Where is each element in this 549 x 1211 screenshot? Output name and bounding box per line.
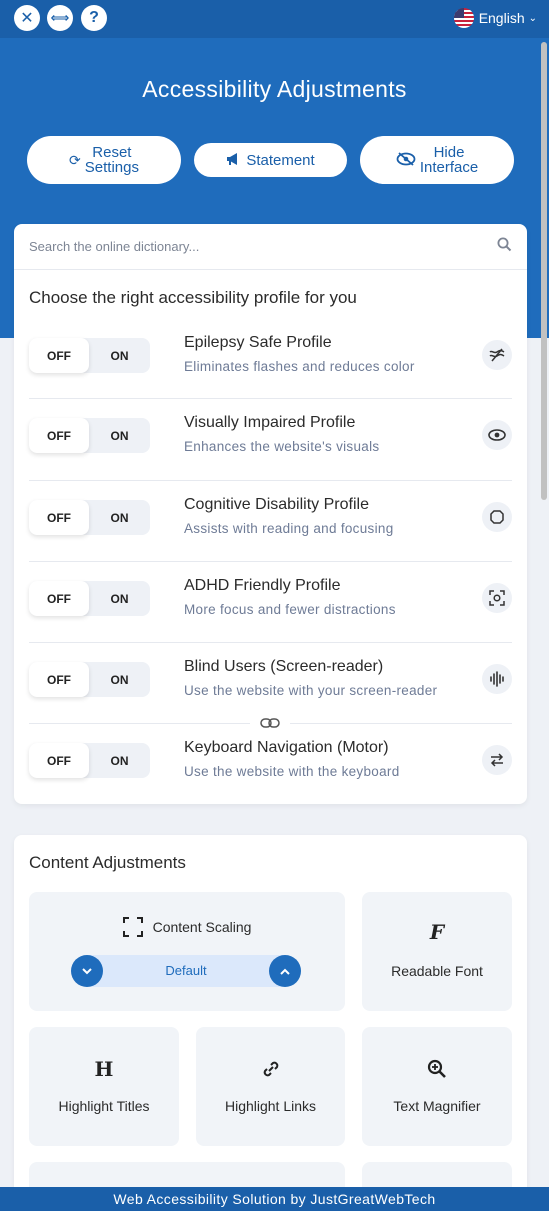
- profile-toggle[interactable]: OFF ON: [29, 662, 150, 697]
- profile-description: Assists with reading and focusing: [184, 521, 394, 536]
- refresh-icon: ⟳: [69, 151, 81, 168]
- footer-credit[interactable]: Web Accessibility Solution by JustGreatW…: [0, 1187, 549, 1211]
- chevron-down-icon: ⌄: [528, 12, 537, 24]
- brain-icon: [482, 502, 512, 532]
- toggle-off[interactable]: OFF: [29, 338, 89, 373]
- profiles-heading: Choose the right accessibility profile f…: [29, 288, 357, 307]
- toggle-off[interactable]: OFF: [29, 743, 89, 778]
- profile-visually-impaired: OFF ON Visually Impaired Profile Enhance…: [29, 399, 512, 481]
- highlight-titles-label: Highlight Titles: [58, 1098, 150, 1114]
- statement-label: Statement: [246, 151, 315, 169]
- text-magnifier-tile[interactable]: Text Magnifier: [362, 1027, 512, 1146]
- arrows-icon: [482, 745, 512, 775]
- hide-interface-button[interactable]: Hide Interface: [360, 136, 514, 184]
- focus-icon: [482, 583, 512, 613]
- link-icon: [250, 713, 290, 733]
- toggle-on[interactable]: ON: [89, 500, 150, 535]
- profile-title: Epilepsy Safe Profile: [184, 334, 332, 351]
- profile-description: More focus and fewer distractions: [184, 602, 396, 617]
- search-icon[interactable]: [497, 237, 512, 256]
- magnifier-icon: [362, 1059, 512, 1085]
- profile-cognitive-disability: OFF ON Cognitive Disability Profile Assi…: [29, 481, 512, 562]
- text-magnifier-label: Text Magnifier: [393, 1098, 481, 1114]
- scaling-value: Default: [165, 963, 207, 978]
- toggle-off[interactable]: OFF: [29, 581, 89, 616]
- toggle-on[interactable]: ON: [89, 418, 150, 453]
- partial-tile: [29, 1162, 345, 1187]
- help-button[interactable]: ?: [81, 5, 107, 31]
- content-scaling-label: Content Scaling: [152, 919, 252, 935]
- highlight-links-tile[interactable]: Highlight Links: [196, 1027, 345, 1146]
- profile-title: Cognitive Disability Profile: [184, 496, 369, 513]
- scale-up-button[interactable]: [269, 955, 301, 987]
- toggle-on[interactable]: ON: [89, 581, 150, 616]
- partial-tile: [362, 1162, 512, 1187]
- hide-label-line2: Interface: [419, 159, 479, 176]
- toggle-off[interactable]: OFF: [29, 418, 89, 453]
- chevron-up-icon: [280, 964, 290, 978]
- highlight-links-label: Highlight Links: [224, 1098, 317, 1114]
- expand-icon: ⟺: [50, 10, 70, 25]
- toggle-on[interactable]: ON: [89, 743, 150, 778]
- content-scaling-tile: Content Scaling Default: [29, 892, 345, 1011]
- toggle-on[interactable]: ON: [89, 338, 150, 373]
- profile-toggle[interactable]: OFF ON: [29, 338, 150, 373]
- us-flag-icon: [453, 8, 474, 28]
- profile-keyboard-navigation: OFF ON Keyboard Navigation (Motor) Use t…: [29, 724, 512, 804]
- profile-epilepsy-safe: OFF ON Epilepsy Safe Profile Eliminates …: [29, 319, 512, 399]
- language-selector[interactable]: English ⌄: [453, 8, 537, 28]
- epilepsy-icon: [482, 340, 512, 370]
- reset-label-line2: Settings: [84, 159, 139, 176]
- profile-description: Use the website with your screen-reader: [184, 683, 438, 698]
- statement-button[interactable]: Statement: [194, 143, 347, 177]
- content-heading: Content Adjustments: [29, 853, 186, 872]
- content-scaling-control: Default: [71, 955, 301, 987]
- search-bar: [14, 224, 527, 270]
- hide-label-line1: Hide: [433, 144, 465, 161]
- toggle-on[interactable]: ON: [89, 662, 150, 697]
- toggle-off[interactable]: OFF: [29, 662, 89, 697]
- scrollbar[interactable]: [541, 42, 547, 500]
- profile-toggle[interactable]: OFF ON: [29, 581, 150, 616]
- help-icon: ?: [89, 9, 99, 26]
- eye-icon: [482, 420, 512, 450]
- top-bar: ✕ ⟺ ? English ⌄: [0, 0, 549, 38]
- profile-description: Enhances the website's visuals: [184, 439, 380, 454]
- profile-toggle[interactable]: OFF ON: [29, 418, 150, 453]
- highlight-titles-tile[interactable]: H Highlight Titles: [29, 1027, 179, 1146]
- reset-label-line1: Reset: [92, 144, 132, 161]
- language-label: English: [478, 10, 525, 26]
- profile-title: Visually Impaired Profile: [184, 414, 356, 431]
- profile-toggle[interactable]: OFF ON: [29, 500, 150, 535]
- close-button[interactable]: ✕: [14, 5, 40, 31]
- eye-slash-icon: [396, 151, 416, 169]
- link-icon: [196, 1059, 345, 1085]
- expand-button[interactable]: ⟺: [47, 5, 73, 31]
- readable-font-label: Readable Font: [391, 963, 483, 979]
- megaphone-icon: [226, 152, 242, 169]
- content-adjustments-card: Content Adjustments Content Scaling Defa…: [14, 835, 527, 1187]
- profile-title: Blind Users (Screen-reader): [184, 658, 384, 675]
- profile-description: Use the website with the keyboard: [184, 764, 400, 779]
- reset-settings-button[interactable]: ⟳ Reset Settings: [27, 136, 181, 184]
- toggle-off[interactable]: OFF: [29, 500, 89, 535]
- profile-description: Eliminates flashes and reduces color: [184, 359, 415, 374]
- profile-adhd-friendly: OFF ON ADHD Friendly Profile More focus …: [29, 562, 512, 643]
- profile-title: Keyboard Navigation (Motor): [184, 739, 389, 756]
- audio-icon: [482, 664, 512, 694]
- page-title: Accessibility Adjustments: [142, 76, 407, 102]
- fullscreen-icon: [122, 917, 143, 937]
- readable-font-tile[interactable]: F Readable Font: [362, 892, 512, 1011]
- profile-toggle[interactable]: OFF ON: [29, 743, 150, 778]
- search-input[interactable]: [29, 239, 497, 254]
- close-icon: ✕: [20, 10, 34, 27]
- profile-title: ADHD Friendly Profile: [184, 577, 341, 594]
- profile-blind-users: OFF ON Blind Users (Screen-reader) Use t…: [29, 643, 512, 724]
- heading-icon: H: [94, 1057, 114, 1081]
- font-icon: F: [429, 920, 445, 944]
